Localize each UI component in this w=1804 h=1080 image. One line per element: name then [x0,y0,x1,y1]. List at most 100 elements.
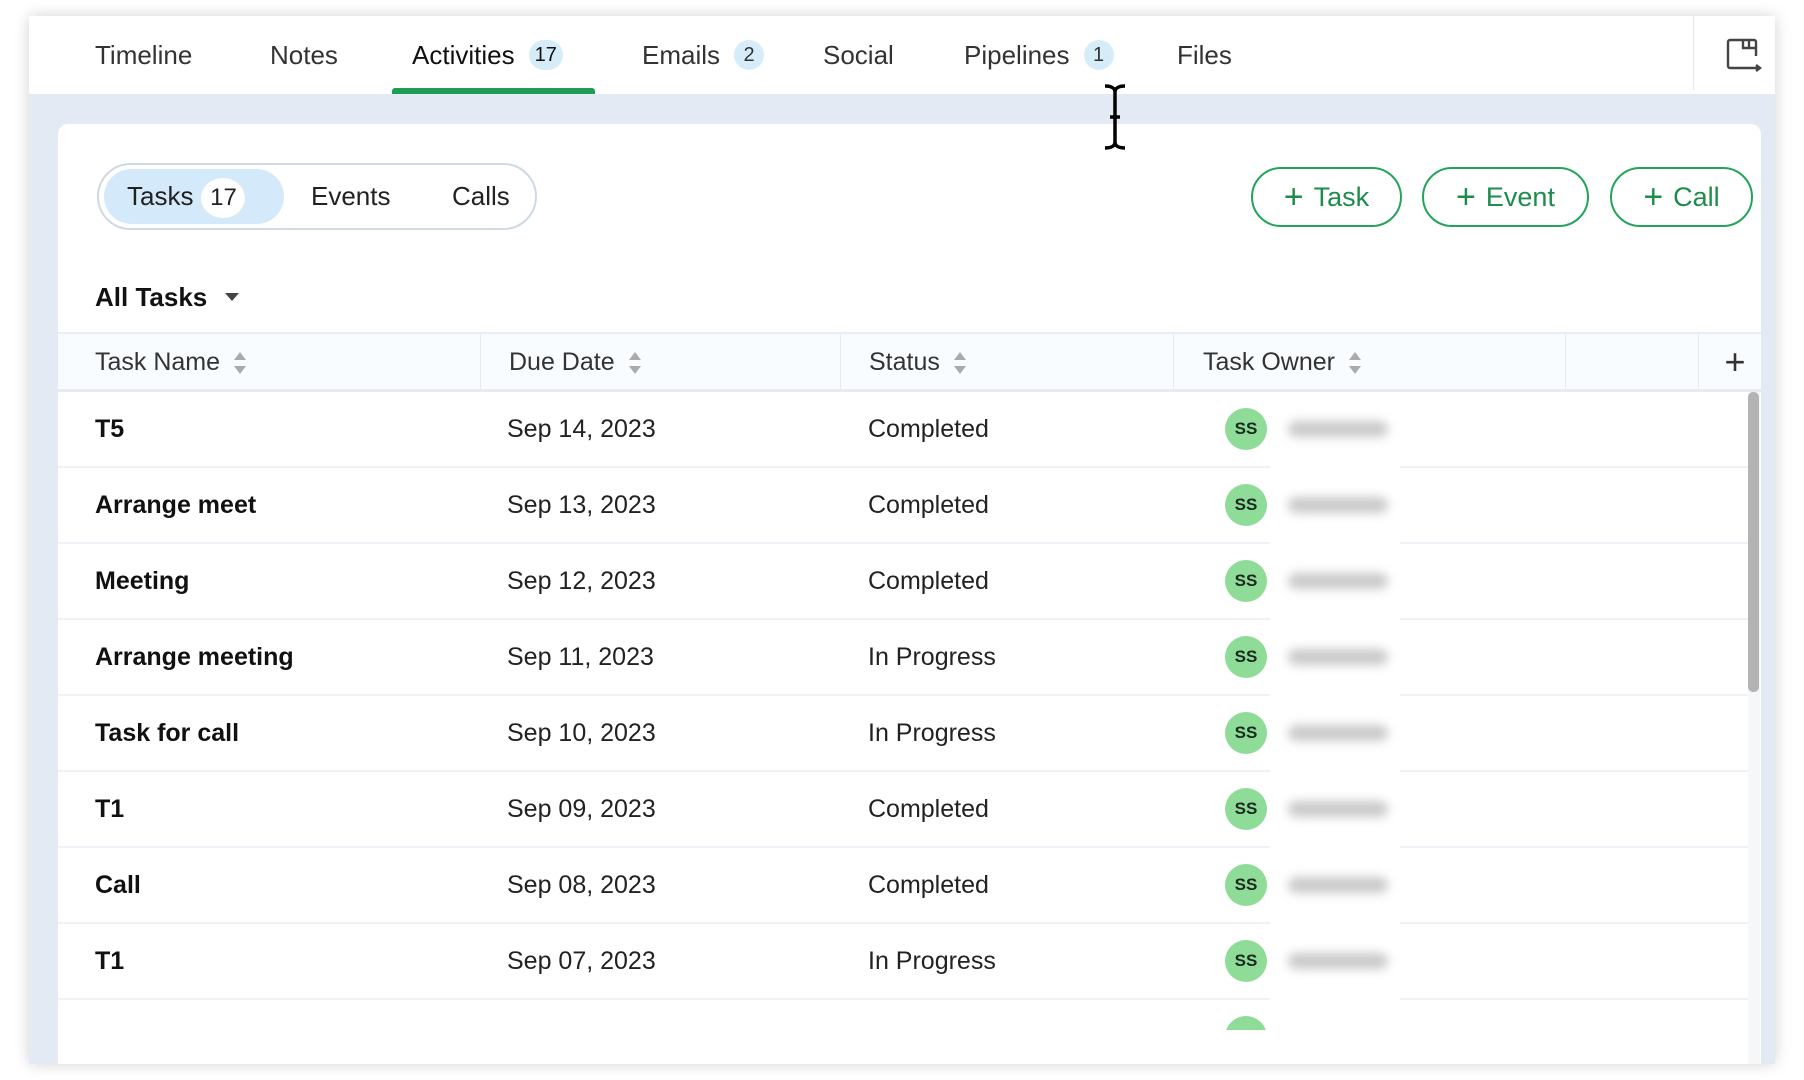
tab-notes[interactable]: Notes [270,16,338,94]
tab-emails[interactable]: Emails 2 [642,16,765,94]
due-date: Sep 14, 2023 [507,415,656,443]
column-label: Task Owner [1203,348,1335,376]
segment-tasks[interactable]: Tasks 17 [104,169,284,224]
column-label: Due Date [509,348,615,376]
task-name-link[interactable]: Arrange meeting [95,620,294,694]
panel-toggle-icon[interactable] [1723,36,1763,76]
column-task-name[interactable]: Task Name [95,334,247,391]
task-name-link[interactable]: Arrange meet [95,468,256,542]
avatar: SS [1225,712,1267,754]
avatar [1225,1016,1267,1030]
task-name-link[interactable]: T1 [95,924,124,998]
add-column-plus-icon[interactable]: + [1715,342,1755,382]
tab-label: Pipelines [964,40,1070,70]
count-badge: 2 [734,40,765,70]
owner-name-redacted [1270,772,1400,848]
tab-pipelines[interactable]: Pipelines 1 [964,16,1114,94]
due-date: Sep 12, 2023 [507,567,656,595]
task-table-body: T5 Sep 14, 2023 Completed SS Arrange mee… [58,392,1748,1030]
sort-icon[interactable] [1348,352,1361,375]
column-divider [480,334,481,391]
status: Completed [868,795,989,823]
segment-label: Calls [452,181,510,211]
due-date: Sep 07, 2023 [507,947,656,975]
table-row[interactable]: Task for call Sep 10, 2023 In Progress S… [58,696,1748,772]
segment-events[interactable]: Events [311,169,391,224]
button-label: Event [1485,182,1555,212]
tab-bar: Timeline Notes Activities 17 Emails 2 Soci… [29,16,1775,94]
status: Completed [868,871,989,899]
tab-label: Notes [270,40,338,70]
column-label: Task Name [95,348,221,376]
task-name-link[interactable]: Meeting [95,544,189,618]
scrollbar[interactable] [1748,392,1760,1064]
table-row[interactable]: T1 Sep 09, 2023 Completed SS [58,772,1748,848]
tab-label: Files [1177,40,1232,70]
avatar: SS [1225,940,1267,982]
activities-card: Tasks 17 Events Calls + Task + Event + Call … [58,124,1761,1064]
column-due-date[interactable]: Due Date [509,334,641,391]
avatar: SS [1225,636,1267,678]
tab-label: Timeline [95,40,193,70]
sort-icon[interactable] [953,352,966,375]
segment-calls[interactable]: Calls [452,169,510,224]
owner-name-redacted [1270,848,1400,924]
status: Completed [868,491,989,519]
tab-label: Social [823,40,894,70]
add-event-button[interactable]: + Event [1422,167,1589,227]
task-name-link[interactable]: T1 [95,772,124,846]
filter-label: All Tasks [95,282,208,312]
table-row[interactable]: Arrange meet Sep 13, 2023 Completed SS [58,468,1748,544]
table-row[interactable]: Meeting Sep 12, 2023 Completed SS [58,544,1748,620]
text-cursor-icon [1104,84,1126,150]
sort-icon[interactable] [234,352,247,375]
table-header: Task Name Due Date Status Task Owner + [58,332,1761,392]
task-filter-dropdown[interactable]: All Tasks [95,282,240,313]
owner-name-redacted [1270,392,1400,468]
segment-label: Tasks [127,181,194,211]
table-row[interactable]: T5 Sep 14, 2023 Completed SS [58,392,1748,468]
column-divider [1698,334,1699,391]
due-date: Sep 09, 2023 [507,795,656,823]
owner-name-redacted [1270,696,1400,772]
due-date: Sep 11, 2023 [507,643,654,671]
sort-icon[interactable] [628,352,641,375]
column-divider [1173,334,1174,391]
plus-icon: + [1643,178,1664,216]
owner-name-redacted [1270,620,1400,696]
tab-timeline[interactable]: Timeline [95,16,192,94]
tab-files[interactable]: Files [1177,16,1232,94]
column-label: Status [869,348,940,376]
owner-name-redacted [1270,544,1400,620]
add-call-button[interactable]: + Call [1610,167,1753,227]
due-date: Sep 13, 2023 [507,491,656,519]
due-date: Sep 10, 2023 [507,719,656,747]
task-name-link[interactable]: Call [95,848,141,922]
scrollbar-thumb[interactable] [1748,392,1759,692]
tab-label: Activities [412,40,515,70]
table-row[interactable]: Call Sep 08, 2023 Completed SS [58,848,1748,924]
chevron-down-icon [225,293,240,301]
status: In Progress [868,719,996,747]
task-name-link[interactable]: T5 [95,392,124,466]
count-badge: 1 [1083,40,1114,70]
column-divider [1565,334,1566,391]
status: In Progress [868,643,996,671]
status: In Progress [868,947,996,975]
task-name-link[interactable]: Task for call [95,696,239,770]
table-row[interactable]: Arrange meeting Sep 11, 2023 In Progress… [58,620,1748,696]
count-badge: 17 [201,178,246,218]
tab-activities[interactable]: Activities 17 [412,16,563,94]
status: Completed [868,567,989,595]
column-status[interactable]: Status [869,334,966,391]
table-row[interactable]: T1 Sep 07, 2023 In Progress SS [58,924,1748,1000]
tab-social[interactable]: Social [823,16,894,94]
button-label: Task [1313,182,1370,212]
tab-label: Emails [642,40,721,70]
column-divider [840,334,841,391]
segment-label: Events [311,181,391,211]
active-tab-indicator [392,88,595,94]
add-task-button[interactable]: + Task [1251,167,1402,227]
avatar: SS [1225,408,1267,450]
column-task-owner[interactable]: Task Owner [1203,334,1361,391]
